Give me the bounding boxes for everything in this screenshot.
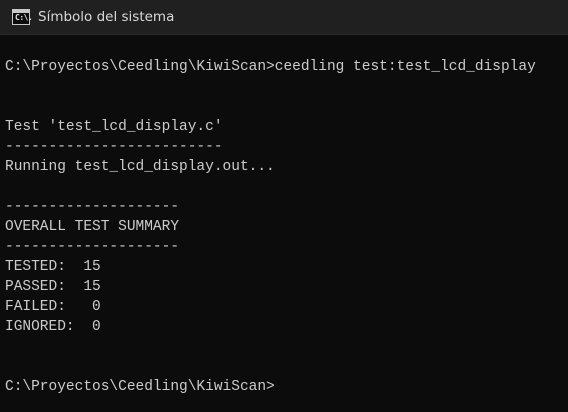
test-file-line: Test 'test_lcd_display.c' — [5, 119, 223, 135]
summary-heading: OVERALL TEST SUMMARY — [5, 219, 180, 235]
cmd-icon[interactable]: C:\. — [12, 9, 33, 25]
cmd-icon-glyph: C:\. — [15, 13, 33, 22]
command-prompt[interactable]: C:\Proyectos\Ceedling\KiwiScan> — [5, 377, 275, 397]
separator-line: -------------------- — [5, 239, 180, 255]
separator-line: ------------------------- — [5, 139, 223, 155]
ignored-count: IGNORED: 0 — [5, 319, 101, 335]
command-prompt-window: C:\. Símbolo del sistema C:\Proyectos\Ce… — [0, 0, 568, 412]
running-line: Running test_lcd_display.out... — [5, 159, 275, 175]
separator-line: -------------------- — [5, 199, 180, 215]
title-bar[interactable]: C:\. Símbolo del sistema — [0, 0, 568, 35]
window-title: Símbolo del sistema — [38, 9, 175, 25]
command-line: C:\Proyectos\Ceedling\KiwiScan>ceedling … — [5, 59, 536, 75]
console-output[interactable]: C:\Proyectos\Ceedling\KiwiScan>ceedling … — [5, 35, 565, 412]
failed-count: FAILED: 0 — [5, 299, 101, 315]
tested-count: TESTED: 15 — [5, 259, 101, 275]
passed-count: PASSED: 15 — [5, 279, 101, 295]
